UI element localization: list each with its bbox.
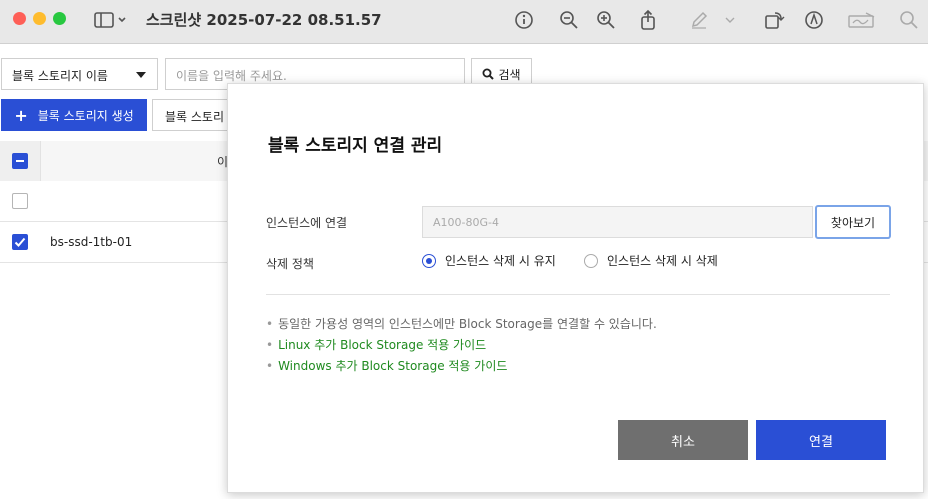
window-title: 스크린샷 2025-07-22 08.51.57 [146, 11, 382, 29]
zoom-window-button[interactable] [53, 12, 66, 25]
annotate-icon[interactable] [801, 8, 827, 32]
window-titlebar: 스크린샷 2025-07-22 08.51.57 [0, 0, 928, 44]
dialog-title: 블록 스토리지 연결 관리 [268, 136, 443, 156]
select-all-checkbox[interactable] [12, 153, 28, 169]
bullet-icon: • [266, 338, 274, 352]
radio-keep-label: 인스턴스 삭제 시 유지 [445, 254, 556, 268]
radio-unselected-icon [584, 253, 598, 268]
plus-icon: + [14, 105, 28, 125]
instance-connect-label: 인스턴스에 연결 [266, 216, 348, 230]
search-icon[interactable] [896, 8, 922, 32]
radio-keep-on-delete[interactable]: 인스턴스 삭제 시 유지 [422, 252, 556, 269]
markup-menu-chevron-icon[interactable] [722, 8, 738, 32]
bullet-icon: • [266, 317, 274, 331]
signature-icon[interactable] [846, 8, 878, 32]
linux-guide-link[interactable]: • Linux 추가 Block Storage 적용 가이드 [266, 336, 486, 353]
block-storage-connect-dialog: 블록 스토리지 연결 관리 인스턴스에 연결 A100-80G-4 찾아보기 삭… [227, 83, 924, 493]
search-field-select-label: 블록 스토리지 이름 [12, 69, 108, 83]
row-checkbox[interactable] [12, 234, 28, 250]
row-name: bs-ssd-1tb-01 [50, 235, 133, 249]
magnifier-icon [482, 68, 495, 80]
availability-note: • 동일한 가용성 영역의 인스턴스에만 Block Storage를 연결할 수… [266, 317, 657, 331]
caret-down-icon [136, 72, 146, 78]
connect-button[interactable]: 연결 [756, 420, 886, 460]
rotate-icon[interactable] [761, 8, 787, 32]
close-window-button[interactable] [13, 12, 26, 25]
minimize-window-button[interactable] [33, 12, 46, 25]
row-checkbox[interactable] [12, 193, 28, 209]
share-icon[interactable] [635, 8, 661, 32]
create-block-storage-button[interactable]: + 블록 스토리지 생성 [1, 99, 147, 131]
radio-delete-on-delete[interactable]: 인스턴스 삭제 시 삭제 [584, 252, 718, 269]
sidebar-toggle-icon[interactable] [93, 8, 129, 32]
search-button-label: 검색 [498, 67, 521, 82]
instance-input[interactable]: A100-80G-4 [422, 206, 813, 238]
info-icon[interactable] [511, 8, 537, 32]
browse-button[interactable]: 찾아보기 [815, 205, 891, 239]
divider [266, 294, 890, 295]
markup-pen-icon[interactable] [686, 8, 712, 32]
zoom-in-icon[interactable] [593, 8, 619, 32]
checkmark-icon [14, 237, 26, 247]
windows-guide-link[interactable]: • Windows 추가 Block Storage 적용 가이드 [266, 357, 507, 374]
zoom-out-icon[interactable] [556, 8, 582, 32]
search-field-select[interactable]: 블록 스토리지 이름 [1, 58, 158, 90]
create-button-label: 블록 스토리지 생성 [37, 108, 134, 123]
radio-selected-icon [422, 253, 436, 268]
secondary-button-label: 블록 스토리 [165, 110, 225, 124]
delete-policy-label: 삭제 정책 [266, 257, 314, 271]
radio-delete-label: 인스턴스 삭제 시 삭제 [607, 254, 718, 268]
bullet-icon: • [266, 359, 274, 373]
cancel-button[interactable]: 취소 [618, 420, 748, 460]
